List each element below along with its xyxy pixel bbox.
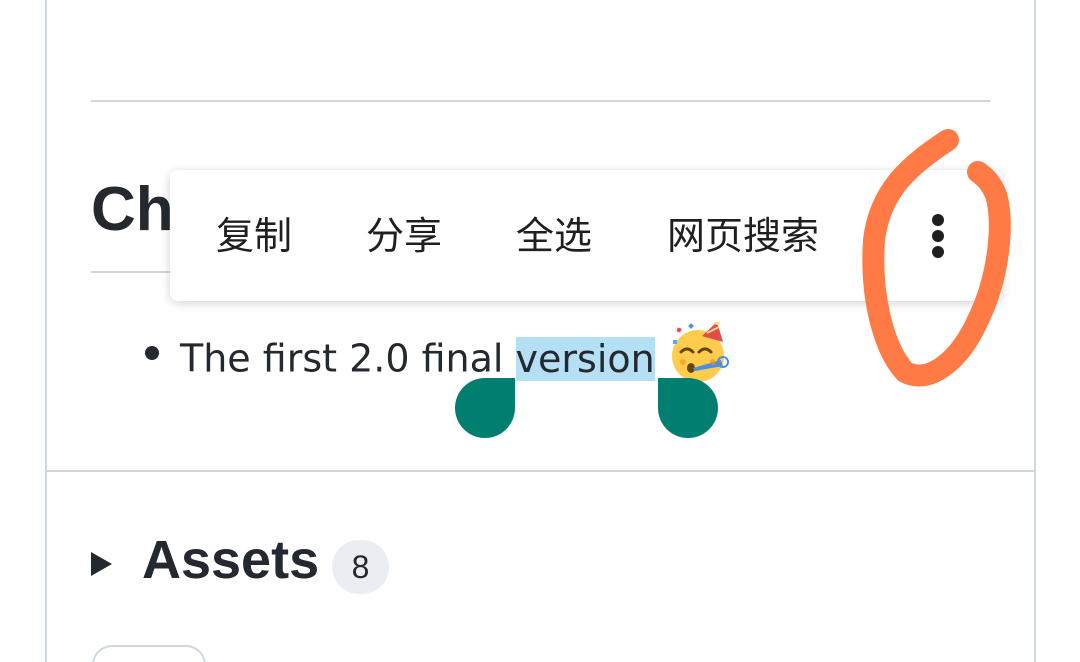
changelog-heading: Ch xyxy=(91,175,174,244)
screen: Ch The first 2.0 final version 复制 分享 全选 … xyxy=(0,0,1080,662)
copy-button[interactable]: 复制 xyxy=(216,208,292,264)
more-vertical-icon xyxy=(932,214,944,226)
assets-count-badge: 8 xyxy=(332,540,389,594)
divider-top xyxy=(91,100,990,102)
more-vertical-icon xyxy=(932,246,944,258)
assets-heading[interactable]: Assets xyxy=(142,528,319,592)
selection-end-handle[interactable] xyxy=(658,378,718,438)
assets-expand-icon[interactable] xyxy=(91,552,112,576)
asset-item-button[interactable] xyxy=(92,645,206,662)
changelog-text: The first 2.0 final xyxy=(180,336,516,381)
selection-start-handle[interactable] xyxy=(455,378,515,438)
changelog-item: The first 2.0 final version xyxy=(180,319,731,382)
bullet-marker xyxy=(145,346,159,360)
share-button[interactable]: 分享 xyxy=(366,208,442,264)
select-all-button[interactable]: 全选 xyxy=(516,208,592,264)
selected-text[interactable]: version xyxy=(515,336,655,381)
web-search-button[interactable]: 网页搜索 xyxy=(667,208,819,264)
more-options-button[interactable] xyxy=(912,206,968,266)
more-vertical-icon xyxy=(932,230,944,242)
text-selection-toolbar: 复制 分享 全选 网页搜索 xyxy=(170,170,1002,301)
